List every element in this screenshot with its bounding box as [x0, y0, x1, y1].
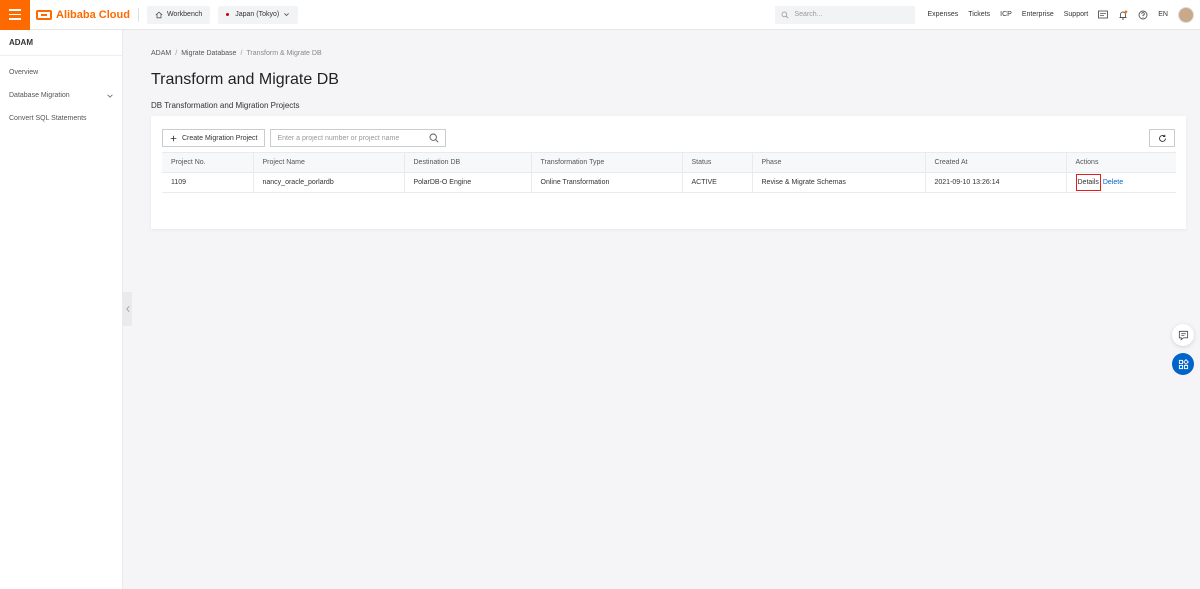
- projects-card: Create Migration Project Project No. Pro…: [151, 116, 1186, 229]
- cell-project-name: nancy_oracle_porlardb: [253, 172, 405, 193]
- sidebar-item-label: Convert SQL Statements: [9, 115, 87, 122]
- create-migration-project-button[interactable]: Create Migration Project: [162, 129, 266, 147]
- alibaba-logo-icon: [36, 9, 52, 20]
- column-header-created-at: Created At: [925, 152, 1067, 173]
- japan-flag-icon: [226, 13, 230, 16]
- cell-destination-db: PolarDB-O Engine: [404, 172, 532, 193]
- sidebar-item-database-migration[interactable]: Database Migration: [0, 84, 122, 107]
- nav-tickets[interactable]: Tickets: [968, 11, 990, 18]
- sidebar-item-convert-sql[interactable]: Convert SQL Statements: [0, 107, 122, 130]
- column-header-transformation-type: Transformation Type: [531, 152, 683, 173]
- help-icon[interactable]: [1138, 10, 1148, 20]
- project-search-box: [270, 129, 447, 147]
- alibaba-cloud-logo[interactable]: Alibaba Cloud: [36, 9, 130, 21]
- home-icon: [155, 11, 163, 18]
- nav-enterprise[interactable]: Enterprise: [1022, 11, 1054, 18]
- column-header-destination-db: Destination DB: [404, 152, 532, 173]
- chat-float-button[interactable]: [1172, 324, 1194, 346]
- column-header-project-no: Project No.: [162, 152, 254, 173]
- global-search-input[interactable]: Search...: [775, 5, 916, 24]
- sidebar-title: ADAM: [0, 30, 122, 56]
- divider: [137, 7, 139, 22]
- sidebar-collapse-button[interactable]: [123, 292, 132, 326]
- column-header-project-name: Project Name: [253, 152, 405, 173]
- breadcrumb-migrate-database[interactable]: Migrate Database: [181, 50, 236, 57]
- language-selector[interactable]: EN: [1158, 11, 1168, 18]
- search-icon[interactable]: [429, 133, 440, 143]
- breadcrumb-current: Transform & Migrate DB: [246, 50, 322, 57]
- global-search-placeholder: Search...: [794, 11, 823, 18]
- projects-table: Project No. Project Name Destination DB …: [162, 152, 1176, 193]
- cell-actions: Details Delete: [1066, 172, 1176, 193]
- brand-name: Alibaba Cloud: [56, 8, 130, 21]
- apps-float-button[interactable]: [1172, 353, 1194, 375]
- refresh-icon: [1158, 134, 1166, 142]
- cell-phase: Revise & Migrate Schemas: [752, 172, 926, 193]
- cell-transformation-type: Online Transformation: [531, 172, 683, 193]
- table-toolbar: Create Migration Project: [162, 129, 447, 147]
- page-title: Transform and Migrate DB: [151, 71, 339, 88]
- cell-status: ACTIVE: [682, 172, 753, 193]
- page-subtitle: DB Transformation and Migration Projects: [151, 101, 300, 110]
- sidebar-item-label: Database Migration: [9, 92, 70, 99]
- chevron-down-icon: [107, 94, 113, 98]
- apps-grid-icon: [1178, 358, 1189, 369]
- nav-support[interactable]: Support: [1064, 11, 1089, 18]
- refresh-button[interactable]: [1149, 129, 1175, 147]
- search-icon: [782, 11, 789, 18]
- table-row: 1109 nancy_oracle_porlardb PolarDB-O Eng…: [162, 172, 1176, 193]
- create-button-label: Create Migration Project: [182, 134, 258, 142]
- project-search-input[interactable]: [277, 134, 430, 142]
- message-icon[interactable]: [1098, 10, 1109, 20]
- plus-icon: [170, 135, 177, 141]
- workbench-button[interactable]: Workbench: [146, 5, 211, 24]
- column-header-phase: Phase: [752, 152, 926, 173]
- sidebar-item-overview[interactable]: Overview: [0, 61, 122, 84]
- table-header-row: Project No. Project Name Destination DB …: [162, 152, 1176, 173]
- cell-project-no: 1109: [162, 172, 254, 193]
- region-label: Japan (Tokyo): [235, 11, 280, 18]
- hamburger-menu-button[interactable]: [0, 0, 30, 30]
- nav-icp[interactable]: ICP: [1000, 11, 1012, 18]
- column-header-status: Status: [682, 152, 753, 173]
- notification-bell-icon[interactable]: [1118, 10, 1128, 20]
- region-selector[interactable]: Japan (Tokyo): [218, 5, 299, 24]
- details-link[interactable]: Details: [1075, 174, 1101, 191]
- breadcrumb-adam[interactable]: ADAM: [151, 50, 171, 57]
- sidebar: ADAM Overview Database Migration Convert…: [0, 30, 123, 589]
- nav-expenses[interactable]: Expenses: [927, 11, 958, 18]
- sidebar-item-label: Overview: [9, 69, 39, 76]
- column-header-actions: Actions: [1066, 152, 1176, 173]
- chevron-left-icon: [125, 305, 130, 313]
- chevron-down-icon: [284, 13, 290, 17]
- chat-icon: [1178, 330, 1188, 341]
- cell-created-at: 2021-09-10 13:26:14: [925, 172, 1067, 193]
- user-avatar[interactable]: [1178, 6, 1194, 23]
- delete-link[interactable]: Delete: [1103, 179, 1123, 186]
- workbench-label: Workbench: [166, 11, 203, 18]
- top-bar: Alibaba Cloud Workbench Japan (Tokyo) Se…: [0, 0, 1200, 30]
- breadcrumb: ADAM / Migrate Database / Transform & Migrat…: [151, 50, 322, 57]
